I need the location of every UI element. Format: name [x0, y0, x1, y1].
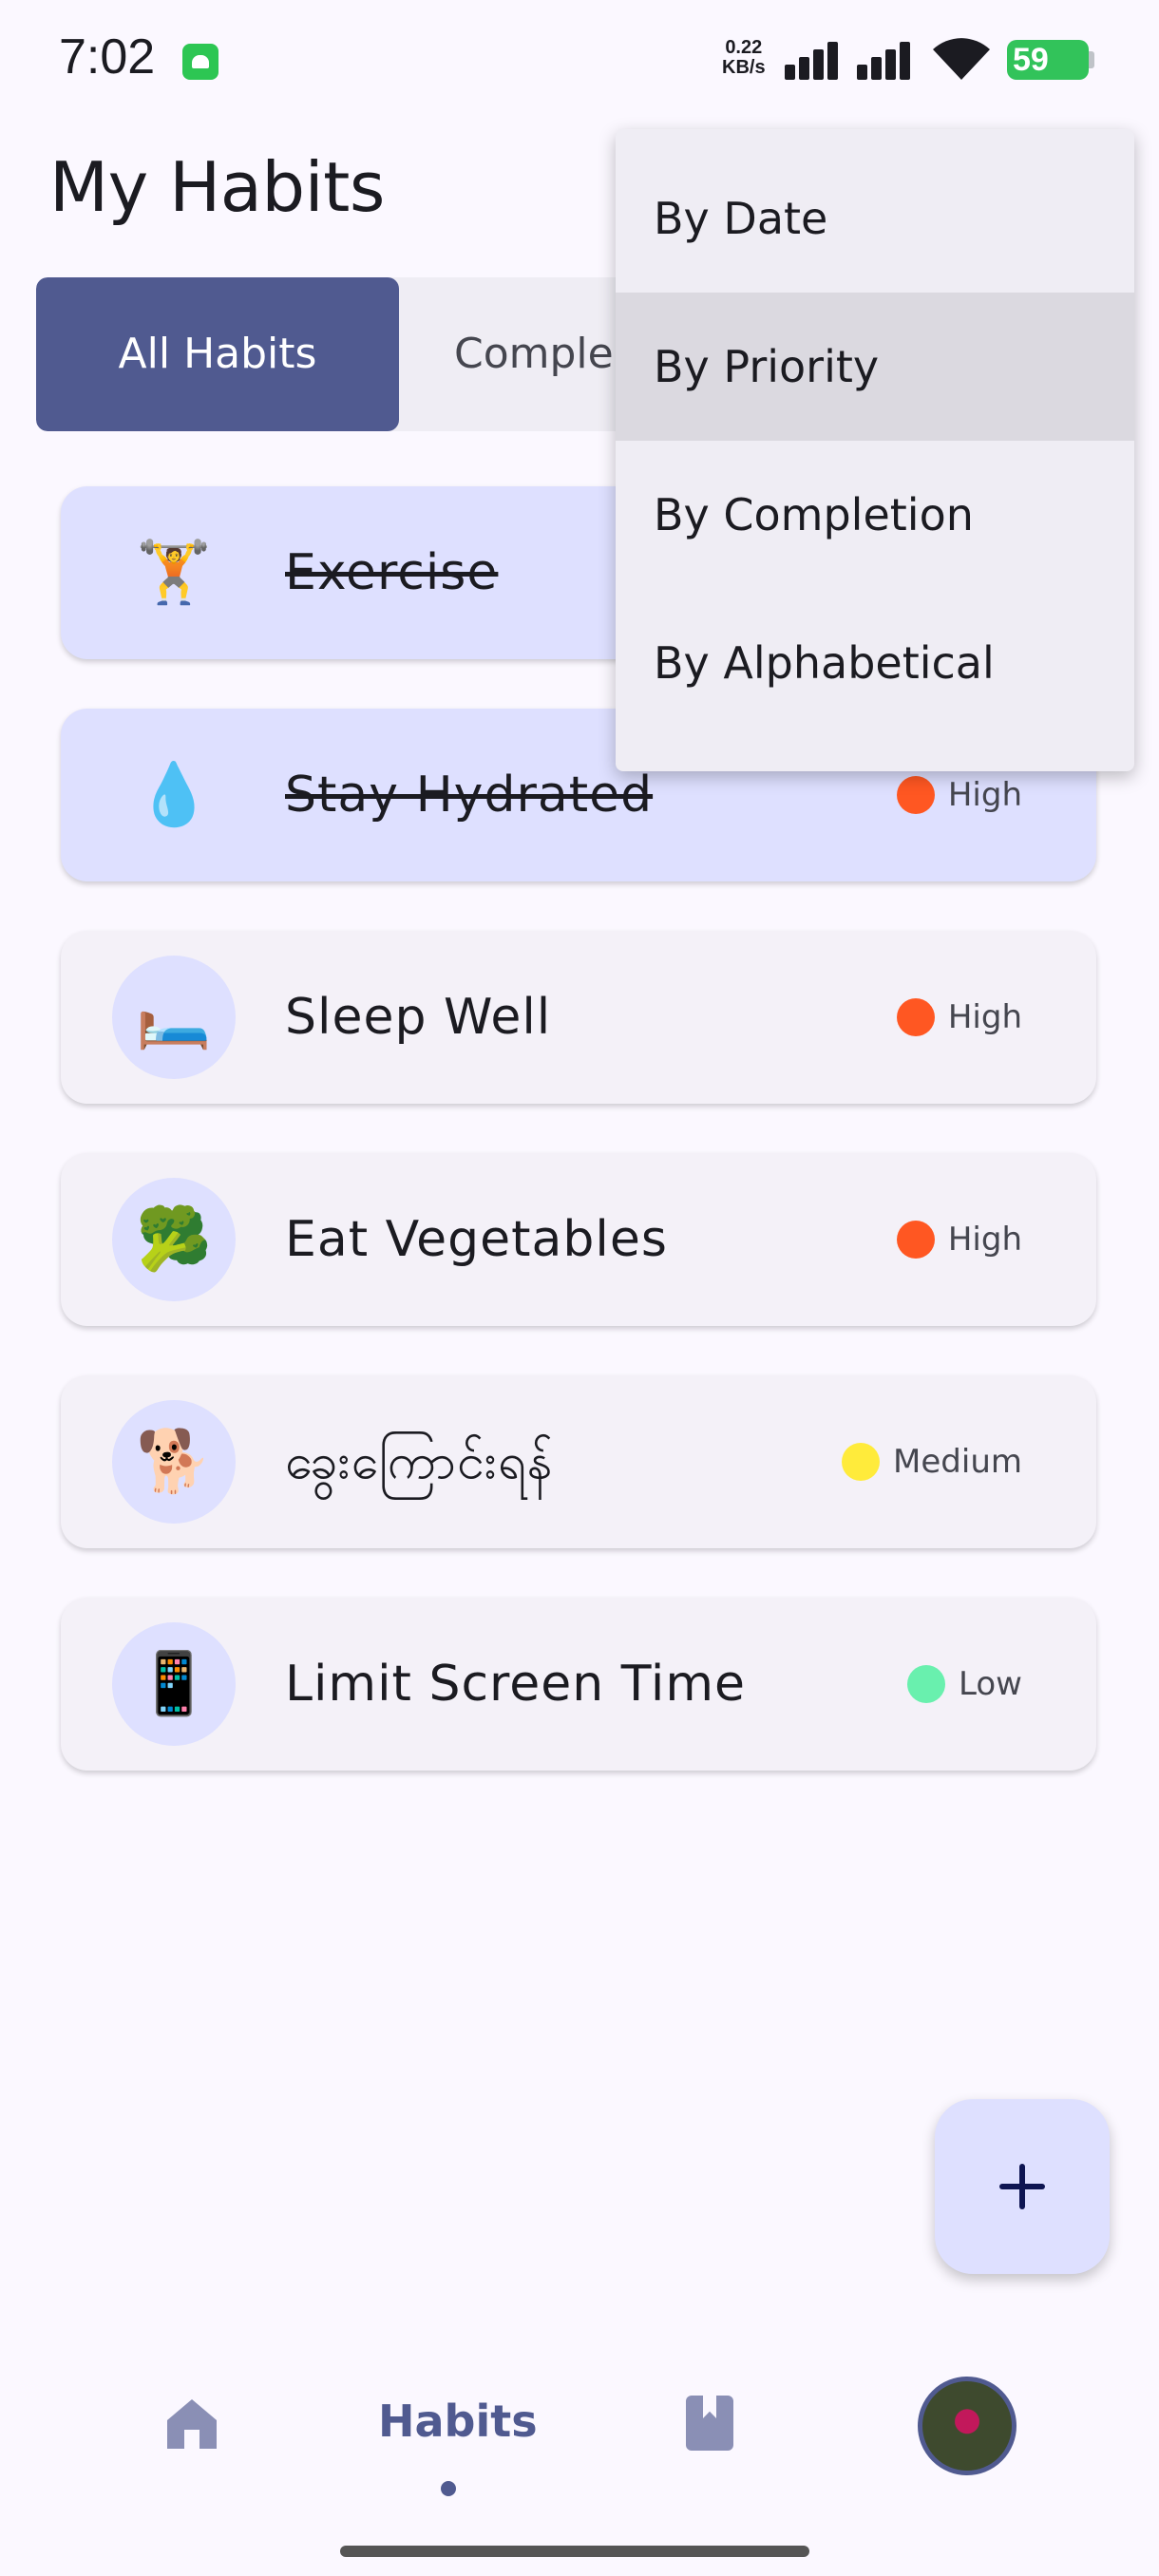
android-notification-icon — [182, 44, 218, 80]
dog-icon: 🐕 — [136, 1427, 212, 1497]
menu-item-by-priority[interactable]: By Priority — [616, 293, 1134, 441]
bed-icon: 🛏️ — [136, 982, 212, 1052]
menu-item-by-completion[interactable]: By Completion — [616, 441, 1134, 589]
priority-dot — [907, 1665, 946, 1703]
status-time: 7:02 — [59, 29, 156, 85]
habit-icon-container: 🛏️ — [112, 956, 236, 1079]
habit-name: ခွေးကြောင်းရန် — [285, 1433, 554, 1490]
network-speed-unit: KB/s — [722, 57, 766, 78]
priority-dot — [896, 1221, 935, 1259]
signal-icon-2 — [857, 40, 916, 80]
nav-active-indicator — [441, 2481, 456, 2496]
battery-icon: 59 — [1007, 40, 1089, 80]
add-habit-button[interactable] — [935, 2099, 1110, 2274]
menu-item-by-date[interactable]: By Date — [616, 144, 1134, 293]
weightlifter-icon: 🏋️ — [136, 538, 212, 608]
home-indicator[interactable] — [340, 2546, 809, 2557]
battery-level: 59 — [1013, 42, 1049, 78]
wifi-icon — [933, 38, 990, 80]
habit-name: Eat Vegetables — [285, 1211, 668, 1268]
status-bar: 7:02 0.22 KB/s 59 — [0, 0, 1159, 123]
signal-icon — [785, 40, 844, 80]
sort-menu: By Date By Priority By Completion By Alp… — [616, 129, 1134, 771]
habit-name: Sleep Well — [285, 989, 552, 1046]
habit-name: Stay Hydrated — [285, 767, 654, 824]
mobile-phone-icon: 📱 — [136, 1649, 212, 1719]
water-drop-icon: 💧 — [136, 760, 212, 830]
battery-tip — [1089, 51, 1094, 68]
habit-name: Limit Screen Time — [285, 1656, 746, 1713]
habit-icon-container: 📱 — [112, 1622, 236, 1746]
home-icon[interactable] — [163, 2396, 220, 2453]
avatar[interactable] — [918, 2377, 1016, 2475]
priority-label: High — [947, 1221, 1022, 1259]
habit-card[interactable]: 📱 Limit Screen Time Low — [61, 1598, 1096, 1771]
habit-icon-container: 💧 — [112, 733, 236, 857]
habit-name: Exercise — [285, 544, 499, 601]
habit-card[interactable]: 🛏️ Sleep Well High — [61, 931, 1096, 1104]
priority-indicator: High — [896, 931, 1022, 1104]
tab-all-habits[interactable]: All Habits — [36, 277, 399, 431]
priority-indicator: Low — [907, 1598, 1022, 1771]
habit-icon-container: 🏋️ — [112, 511, 236, 635]
book-icon[interactable] — [686, 2396, 733, 2451]
priority-label: Low — [959, 1665, 1022, 1703]
priority-dot — [896, 776, 935, 814]
habit-icon-container: 🐕 — [112, 1400, 236, 1524]
page-title: My Habits — [49, 147, 385, 227]
plus-icon-vertical — [1019, 2164, 1025, 2209]
priority-label: High — [947, 776, 1022, 814]
nav-habits[interactable]: Habits — [378, 2396, 538, 2447]
habit-icon-container: 🥦 — [112, 1178, 236, 1301]
broccoli-icon: 🥦 — [136, 1204, 212, 1275]
habit-card[interactable]: 🥦 Eat Vegetables High — [61, 1153, 1096, 1326]
menu-item-by-alphabetical[interactable]: By Alphabetical — [616, 589, 1134, 737]
network-speed-value: 0.22 — [725, 37, 763, 58]
priority-indicator: High — [896, 1153, 1022, 1326]
priority-label: High — [947, 998, 1022, 1036]
network-speed: 0.22 KB/s — [722, 38, 766, 78]
priority-label: Medium — [893, 1443, 1022, 1481]
priority-dot — [896, 998, 935, 1036]
priority-dot — [842, 1443, 881, 1481]
priority-indicator: Medium — [842, 1375, 1022, 1548]
habits-screen: 7:02 0.22 KB/s 59 My Habits All Habits C… — [0, 0, 1159, 2576]
habit-card[interactable]: 🐕 ခွေးကြောင်းရန် Medium — [61, 1375, 1096, 1548]
bottom-navigation: Habits — [0, 2346, 1159, 2576]
